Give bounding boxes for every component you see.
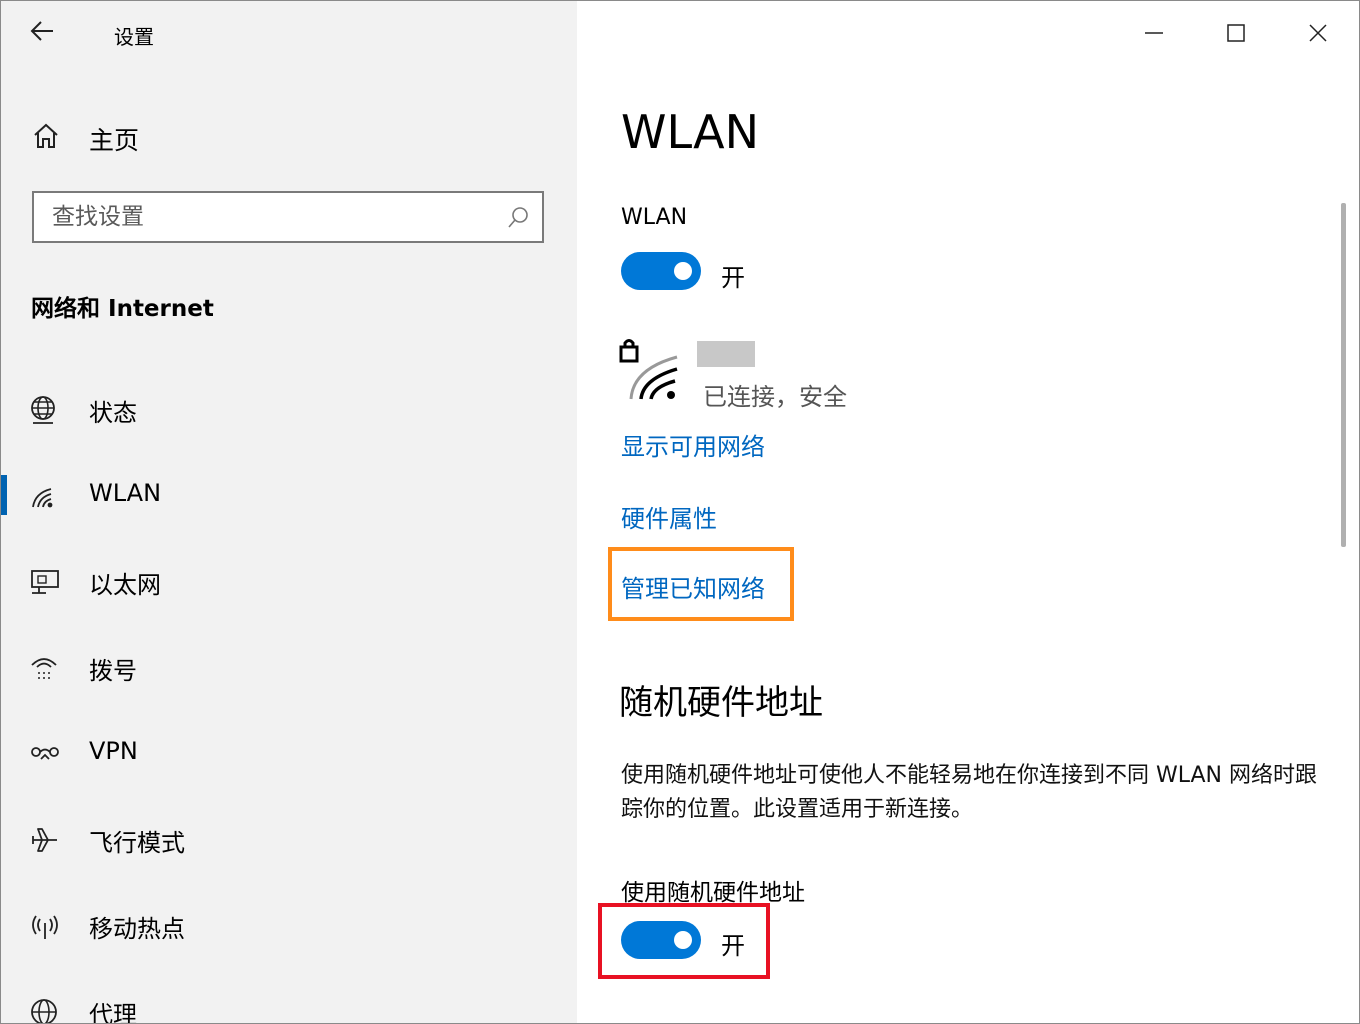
sidebar-item-label: 状态 (89, 399, 137, 427)
sidebar-item-vpn[interactable]: VPN (1, 721, 577, 785)
wlan-toggle[interactable] (621, 252, 701, 290)
sidebar: 设置 主页 网络和 Internet 状态 (1, 1, 577, 1023)
maximize-icon (1227, 24, 1245, 42)
proxy-globe-icon (31, 999, 57, 1023)
network-connection[interactable] (619, 337, 689, 407)
sidebar-item-label: VPN (89, 737, 138, 765)
random-mac-description: 使用随机硬件地址可使他人不能轻易地在你连接到不同 WLAN 网络时跟踪你的位置。… (621, 763, 1318, 822)
maximize-button[interactable] (1211, 13, 1261, 53)
sidebar-item-label: 移动热点 (89, 915, 185, 943)
sidebar-item-proxy[interactable]: 代理 (1, 979, 577, 1024)
airplane-icon (32, 828, 57, 852)
show-available-networks-link[interactable]: 显示可用网络 (621, 427, 765, 462)
vpn-icon (31, 747, 59, 760)
home-nav-item[interactable]: 主页 (27, 113, 547, 159)
sidebar-item-status[interactable]: 状态 (1, 377, 577, 441)
connection-status: 已连接，安全 (703, 383, 847, 411)
sidebar-item-label: WLAN (89, 479, 162, 507)
globe-icon (31, 396, 55, 424)
random-mac-toggle-label: 使用随机硬件地址 (621, 880, 805, 906)
secured-wifi-icon (619, 339, 678, 400)
hotspot-icon (32, 915, 58, 939)
hardware-properties-link[interactable]: 硬件属性 (621, 499, 717, 534)
minimize-button[interactable] (1129, 13, 1179, 53)
section-title: 网络和 Internet (31, 296, 214, 322)
sidebar-item-dialup[interactable]: 拨号 (1, 635, 577, 699)
dialup-icon (31, 658, 57, 679)
toggle-knob (674, 262, 692, 280)
search-box[interactable] (32, 191, 544, 243)
sidebar-item-label: 拨号 (89, 657, 137, 685)
sidebar-item-label: 代理 (89, 1001, 137, 1024)
settings-window: 设置 主页 网络和 Internet 状态 (0, 0, 1360, 1024)
scrollbar[interactable] (1341, 203, 1346, 547)
active-indicator (1, 475, 7, 515)
search-input[interactable] (52, 201, 482, 233)
wifi-icon (32, 488, 53, 508)
sidebar-item-label: 飞行模式 (89, 829, 185, 857)
wlan-toggle-label: WLAN (621, 205, 688, 230)
sidebar-item-airplane[interactable]: 飞行模式 (1, 807, 577, 871)
search-icon[interactable] (506, 206, 530, 230)
close-icon (1309, 24, 1327, 42)
minimize-icon (1145, 32, 1163, 34)
close-button[interactable] (1293, 13, 1343, 53)
ethernet-icon (31, 570, 59, 594)
back-arrow-icon (30, 21, 53, 41)
sidebar-item-wlan[interactable]: WLAN (1, 463, 577, 527)
home-label: 主页 (89, 126, 140, 155)
sidebar-item-hotspot[interactable]: 移动热点 (1, 893, 577, 957)
app-title: 设置 (114, 25, 154, 49)
highlight-box-red (598, 903, 770, 979)
sidebar-item-ethernet[interactable]: 以太网 (1, 549, 577, 613)
highlight-box-orange (608, 547, 794, 621)
ssid-redaction (697, 341, 755, 367)
page-title: WLAN (621, 105, 760, 159)
back-button[interactable] (27, 15, 63, 49)
sidebar-item-label: 以太网 (89, 571, 161, 599)
home-icon (34, 123, 58, 148)
random-mac-heading: 随机硬件地址 (619, 683, 823, 723)
wlan-toggle-state: 开 (721, 264, 745, 292)
main-content: WLAN WLAN 开 已连接，安全 显示可用网络 硬件属性 管理已知网络 随机… (577, 1, 1359, 1023)
